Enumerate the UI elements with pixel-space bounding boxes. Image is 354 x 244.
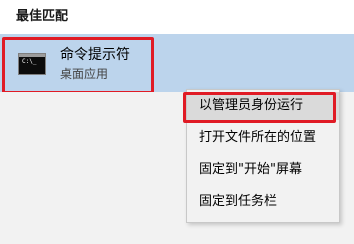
- menu-item-label: 固定到"开始"屏幕: [199, 162, 302, 177]
- search-results-header: 最佳匹配: [0, 0, 354, 34]
- menu-highlight-annotation: [183, 92, 336, 123]
- menu-item-label: 固定到任务栏: [199, 194, 278, 209]
- result-highlight-annotation: [2, 37, 154, 94]
- menu-item-open-file-location[interactable]: 打开文件所在的位置: [187, 124, 339, 152]
- menu-item-label: 打开文件所在的位置: [199, 130, 317, 145]
- menu-item-pin-to-taskbar[interactable]: 固定到任务栏: [187, 188, 339, 216]
- best-match-heading: 最佳匹配: [16, 9, 69, 24]
- menu-item-pin-to-start[interactable]: 固定到"开始"屏幕: [187, 156, 339, 184]
